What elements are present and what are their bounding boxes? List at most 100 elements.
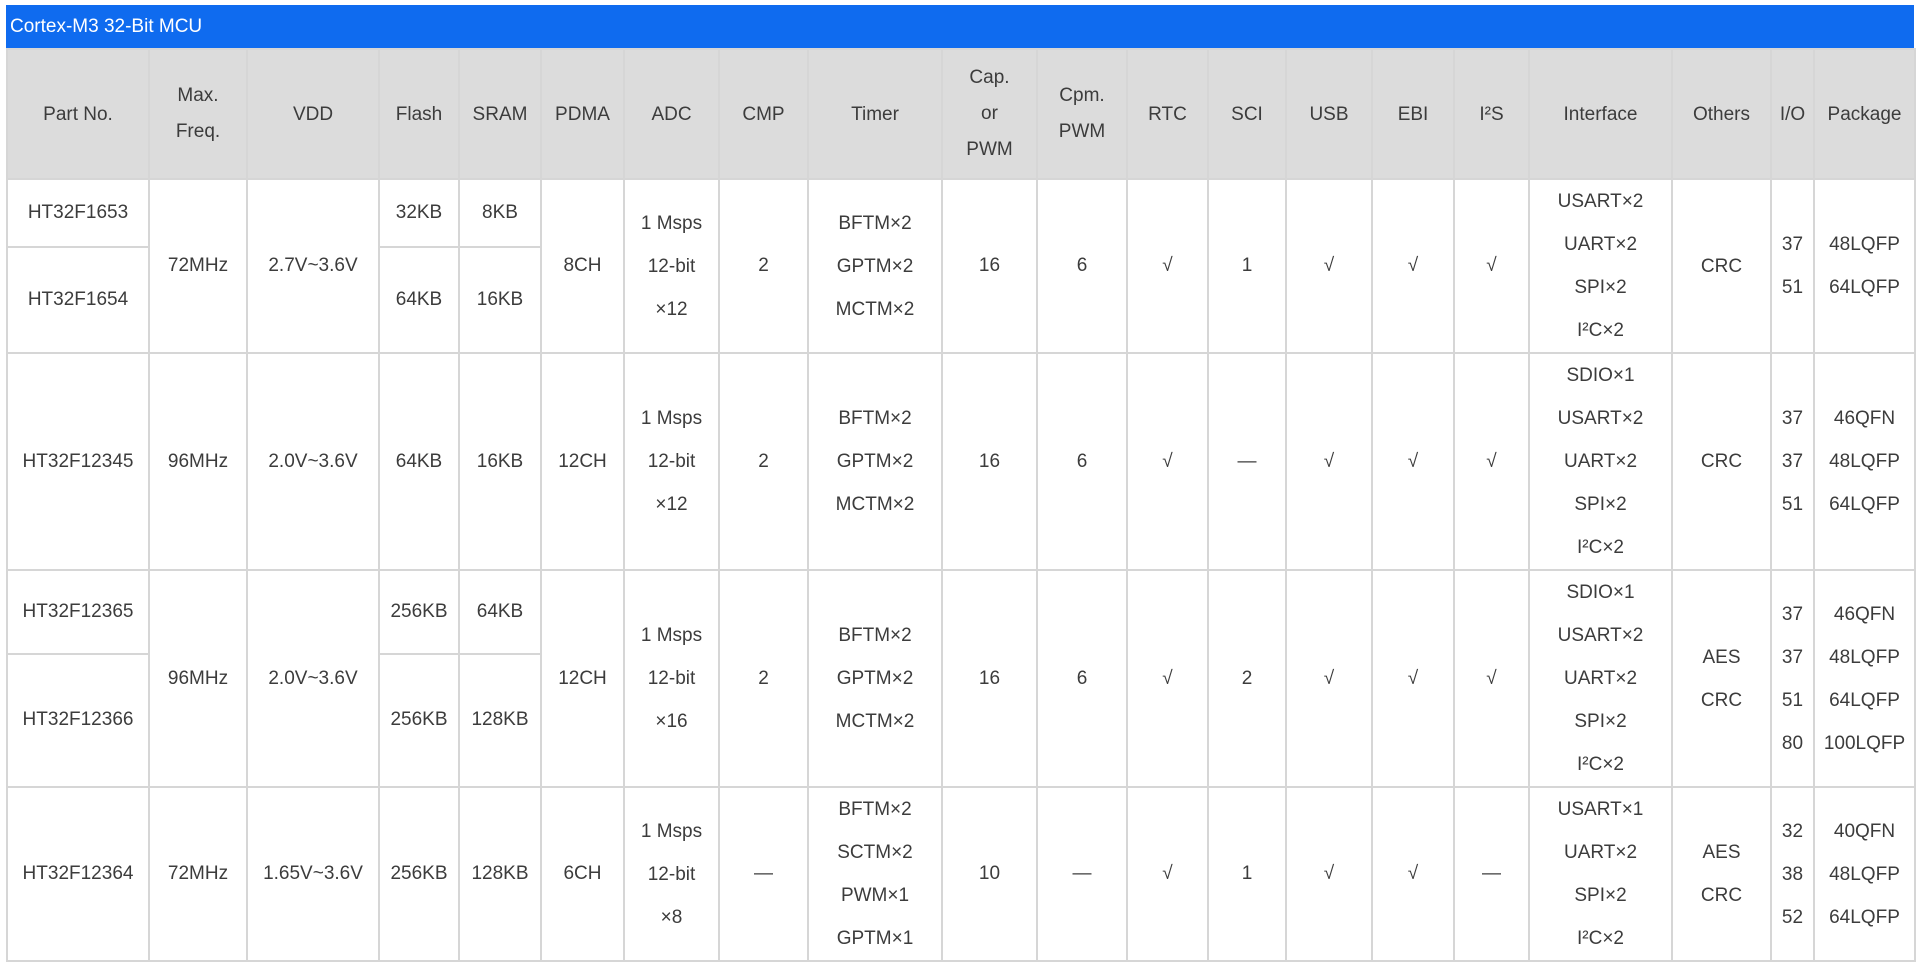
adc-line: 1 Msps: [640, 212, 703, 234]
column-header: Flash: [378, 48, 460, 180]
table-title: Cortex-M3 32-Bit MCU: [6, 5, 1914, 48]
column-header: EBI: [1371, 48, 1455, 180]
others: AES CRC: [1671, 786, 1772, 962]
vdd-range: 2.7V~3.6V: [246, 178, 380, 354]
timer: BFTM×2 GPTM×2 MCTM×2: [807, 178, 943, 354]
flash-size: 256KB: [378, 569, 460, 655]
column-header: SRAM: [458, 48, 542, 180]
column-header-label: PWM: [966, 139, 1013, 160]
package: 46QFN 48LQFP 64LQFP 100LQFP: [1813, 569, 1916, 788]
adc: 1 Msps 12-bit ×12: [623, 178, 720, 354]
timer-line: GPTM×2: [836, 255, 914, 277]
column-header-label: I²S: [1479, 103, 1504, 125]
ebi: √: [1371, 786, 1455, 962]
adc-line: 1 Msps: [640, 408, 703, 429]
interface-line: SPI×2: [1574, 494, 1627, 515]
cmp: 2: [718, 569, 809, 788]
cmp: —: [718, 786, 809, 962]
part-number: HT32F12345: [6, 352, 150, 571]
interface-line: I²C×2: [1577, 537, 1624, 558]
flash-size: 256KB: [378, 652, 460, 789]
column-header-label: USB: [1309, 103, 1349, 125]
part-number: HT32F1653: [6, 178, 150, 248]
usb: √: [1285, 178, 1373, 354]
interface-line: SDIO×1: [1566, 365, 1635, 386]
max-freq: 72MHz: [148, 178, 248, 354]
column-header-label: Flash: [395, 103, 443, 125]
cap-or-pwm: 16: [941, 569, 1038, 788]
interface-line: USART×2: [1557, 625, 1644, 646]
sram-size: 16KB: [458, 245, 542, 355]
io-count-line: 52: [1781, 906, 1804, 928]
column-header-label: or: [981, 103, 998, 124]
mcu-spec-table: Part No. Max. Freq. VDD Flash SRAM PDMA ADC CMP T…: [6, 48, 1916, 962]
package-line: 100LQFP: [1823, 732, 1906, 754]
flash-size: 32KB: [378, 178, 460, 248]
adc-line: 12-bit: [647, 451, 696, 472]
flash-size: 64KB: [378, 245, 460, 355]
vdd-range: 2.0V~3.6V: [246, 352, 380, 571]
column-header: Cpm. PWM: [1036, 48, 1128, 180]
timer-line: GPTM×2: [836, 668, 914, 689]
pdma: 6CH: [540, 786, 625, 962]
column-header: CMP: [718, 48, 809, 180]
column-header-label: RTC: [1148, 103, 1187, 125]
mcu-spec-panel: Cortex-M3 32-Bit MCU Part No. Max. Freq. VD…: [6, 5, 1916, 962]
package: 40QFN 48LQFP 64LQFP: [1813, 786, 1916, 962]
column-header-label: I/O: [1779, 103, 1806, 125]
cpm-pwm: 6: [1036, 569, 1128, 788]
column-header-label: PDMA: [555, 103, 610, 125]
adc: 1 Msps 12-bit ×12: [623, 352, 720, 571]
table-row: HT32F1653 72MHz 2.7V~3.6V 32KB 8KB 8CH 1 Msps 1…: [6, 178, 1916, 354]
interface: SDIO×1 USART×2 UART×2 SPI×2 I²C×2: [1528, 352, 1673, 571]
adc-line: 12-bit: [647, 255, 696, 277]
column-header: Part No.: [6, 48, 150, 180]
timer-line: MCTM×2: [835, 494, 915, 515]
column-header-label: Timer: [851, 103, 899, 125]
column-header-label: Freq.: [175, 121, 221, 142]
adc: 1 Msps 12-bit ×16: [623, 569, 720, 788]
interface-line: USART×2: [1557, 408, 1644, 429]
column-header-label: Interface: [1563, 103, 1638, 125]
column-header: ADC: [623, 48, 720, 180]
io-count-line: 51: [1781, 689, 1804, 711]
others-line: CRC: [1700, 885, 1743, 906]
table-row: HT32F12345 96MHz 2.0V~3.6V 64KB 16KB 12CH 1 Ms…: [6, 352, 1916, 571]
interface-line: USART×1: [1557, 799, 1644, 820]
io-count-line: 32: [1781, 820, 1804, 842]
timer-line: BFTM×2: [838, 408, 912, 429]
table-row: HT32F12365 96MHz 2.0V~3.6V 256KB 64KB 12CH 1 M…: [6, 569, 1916, 788]
package-line: 46QFN: [1833, 603, 1896, 625]
package: 46QFN 48LQFP 64LQFP: [1813, 352, 1916, 571]
timer-line: BFTM×2: [838, 212, 912, 234]
column-header-label: Part No.: [43, 103, 113, 125]
package-line: 48LQFP: [1829, 646, 1900, 668]
io-count: 37 51: [1770, 178, 1815, 354]
pdma: 8CH: [540, 178, 625, 354]
column-header-label: Package: [1827, 103, 1902, 125]
interface: USART×2 UART×2 SPI×2 I²C×2: [1528, 178, 1673, 354]
column-header-label: Max.: [177, 85, 219, 106]
column-header-label: PWM: [1058, 121, 1106, 142]
cap-or-pwm: 10: [941, 786, 1038, 962]
column-header-label: VDD: [292, 103, 334, 125]
rtc: √: [1126, 178, 1209, 354]
timer: BFTM×2 GPTM×2 MCTM×2: [807, 569, 943, 788]
io-count-line: 38: [1781, 863, 1804, 885]
part-number: HT32F12364: [6, 786, 150, 962]
column-header-label: Cap.: [969, 67, 1010, 88]
column-header: PDMA: [540, 48, 625, 180]
timer-line: BFTM×2: [838, 625, 912, 646]
usb: √: [1285, 569, 1373, 788]
sram-size: 128KB: [458, 786, 542, 962]
adc-line: ×12: [655, 494, 688, 515]
column-header-label: Cpm.: [1059, 85, 1105, 106]
adc-line: 1 Msps: [640, 625, 703, 646]
io-count-line: 37: [1781, 408, 1804, 429]
others-line: CRC: [1700, 689, 1743, 711]
adc-line: ×8: [660, 906, 683, 928]
sci: 2: [1207, 569, 1287, 788]
vdd-range: 2.0V~3.6V: [246, 569, 380, 788]
package-line: 64LQFP: [1829, 277, 1900, 298]
interface-line: SPI×2: [1574, 711, 1627, 732]
